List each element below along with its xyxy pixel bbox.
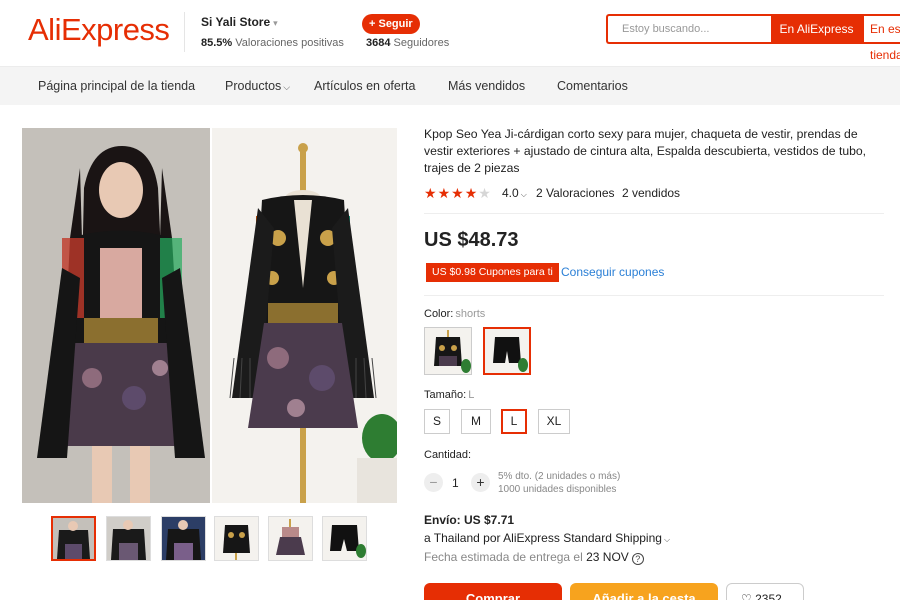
size-option-xl[interactable]: XL bbox=[538, 409, 570, 434]
model-photo bbox=[22, 128, 210, 503]
color-label: Color: shorts bbox=[424, 308, 486, 320]
aliexpress-logo[interactable]: AliExpress bbox=[28, 12, 170, 48]
divider bbox=[424, 213, 884, 214]
color-option-jacket-dress[interactable] bbox=[424, 327, 472, 375]
get-coupons-link[interactable]: Conseguir cupones bbox=[561, 265, 664, 279]
product-price: US $48.73 bbox=[424, 229, 519, 251]
chevron-down-icon[interactable]: ▾ bbox=[273, 18, 278, 28]
header-divider bbox=[184, 12, 185, 52]
nav-reviews[interactable]: Comentarios bbox=[557, 67, 628, 106]
sold-count: 2 vendidos bbox=[622, 186, 681, 200]
chevron-down-icon: ⌵ bbox=[520, 190, 527, 199]
store-nav: Página principal de la tienda Productos ⌵… bbox=[0, 66, 900, 105]
nav-best-sellers[interactable]: Más vendidos bbox=[448, 67, 525, 106]
coupon-badge: US $0.98 Cupones para ti bbox=[426, 263, 559, 282]
mannequin-photo bbox=[212, 128, 397, 503]
quantity-label: Cantidad: bbox=[424, 449, 472, 461]
store-rating: 85.5% Valoraciones positivas bbox=[201, 37, 344, 49]
size-option-s[interactable]: S bbox=[424, 409, 450, 434]
quantity-minus-button[interactable]: − bbox=[424, 473, 443, 492]
thumbnail-3[interactable] bbox=[161, 516, 206, 561]
help-icon[interactable]: ? bbox=[631, 553, 644, 565]
thumbnail-5[interactable] bbox=[268, 516, 313, 561]
store-header: AliExpress Si Yali Store ▾ 85.5% Valoraci… bbox=[0, 0, 900, 66]
rating-stars[interactable]: ★★★★★ bbox=[424, 184, 492, 202]
quantity-value[interactable]: 1 bbox=[452, 476, 459, 490]
search-input[interactable] bbox=[608, 16, 772, 42]
star-icon: ★ bbox=[424, 185, 438, 201]
size-option-m[interactable]: M bbox=[461, 409, 491, 434]
nav-products[interactable]: Productos ⌵ bbox=[225, 67, 290, 106]
color-option-shorts[interactable] bbox=[483, 327, 531, 375]
reviews-count[interactable]: 2 Valoraciones bbox=[536, 184, 615, 202]
thumbnail-6[interactable] bbox=[322, 516, 367, 561]
thumbnail-2[interactable] bbox=[106, 516, 151, 561]
divider bbox=[424, 295, 884, 296]
wishlist-button[interactable]: ♡ 2352 bbox=[726, 583, 804, 600]
star-icon: ★ bbox=[464, 185, 479, 201]
star-icon: ★ bbox=[451, 185, 465, 201]
size-label: Tamaño: L bbox=[424, 389, 475, 401]
chevron-down-icon: ⌵ bbox=[283, 82, 291, 92]
search-store-button[interactable]: En esta tienda bbox=[862, 14, 900, 62]
thumbnail-4[interactable] bbox=[214, 516, 259, 561]
shipping-cost: Envío: US $7.71 bbox=[424, 513, 515, 527]
product-title: Kpop Seo Yea Ji-cárdigan corto sexy para… bbox=[424, 127, 867, 175]
nav-store-home[interactable]: Página principal de la tienda bbox=[38, 67, 195, 106]
star-empty-icon: ★ bbox=[478, 185, 492, 201]
quantity-note: 5% dto. (2 unidades o más) 1000 unidades… bbox=[498, 471, 621, 495]
thumbnail-1[interactable] bbox=[51, 516, 96, 561]
star-icon: ★ bbox=[437, 185, 452, 201]
search-aliexpress-button[interactable]: En AliExpress bbox=[771, 14, 862, 44]
add-to-cart-button[interactable]: Añadir a la cesta bbox=[570, 583, 718, 600]
heart-icon: ♡ bbox=[741, 592, 752, 600]
rating-value[interactable]: 4.0 ⌵ bbox=[502, 184, 527, 204]
quantity-plus-button[interactable]: + bbox=[471, 473, 490, 492]
size-option-l[interactable]: L bbox=[501, 409, 527, 434]
nav-deals[interactable]: Artículos en oferta bbox=[314, 67, 415, 106]
follow-button[interactable]: + Seguir bbox=[362, 14, 420, 34]
shipping-method[interactable]: a Thailand por AliExpress Standard Shipp… bbox=[424, 531, 670, 545]
store-name[interactable]: Si Yali Store ▾ bbox=[201, 15, 278, 29]
chevron-down-icon: ⌵ bbox=[663, 535, 671, 544]
delivery-estimate: Fecha estimada de entrega el 23 NOV? bbox=[424, 550, 644, 565]
search-box[interactable] bbox=[606, 14, 772, 44]
followers-count: 3684 Seguidores bbox=[366, 37, 450, 49]
product-main-image[interactable] bbox=[22, 128, 397, 503]
buy-now-button[interactable]: Comprar bbox=[424, 583, 562, 600]
